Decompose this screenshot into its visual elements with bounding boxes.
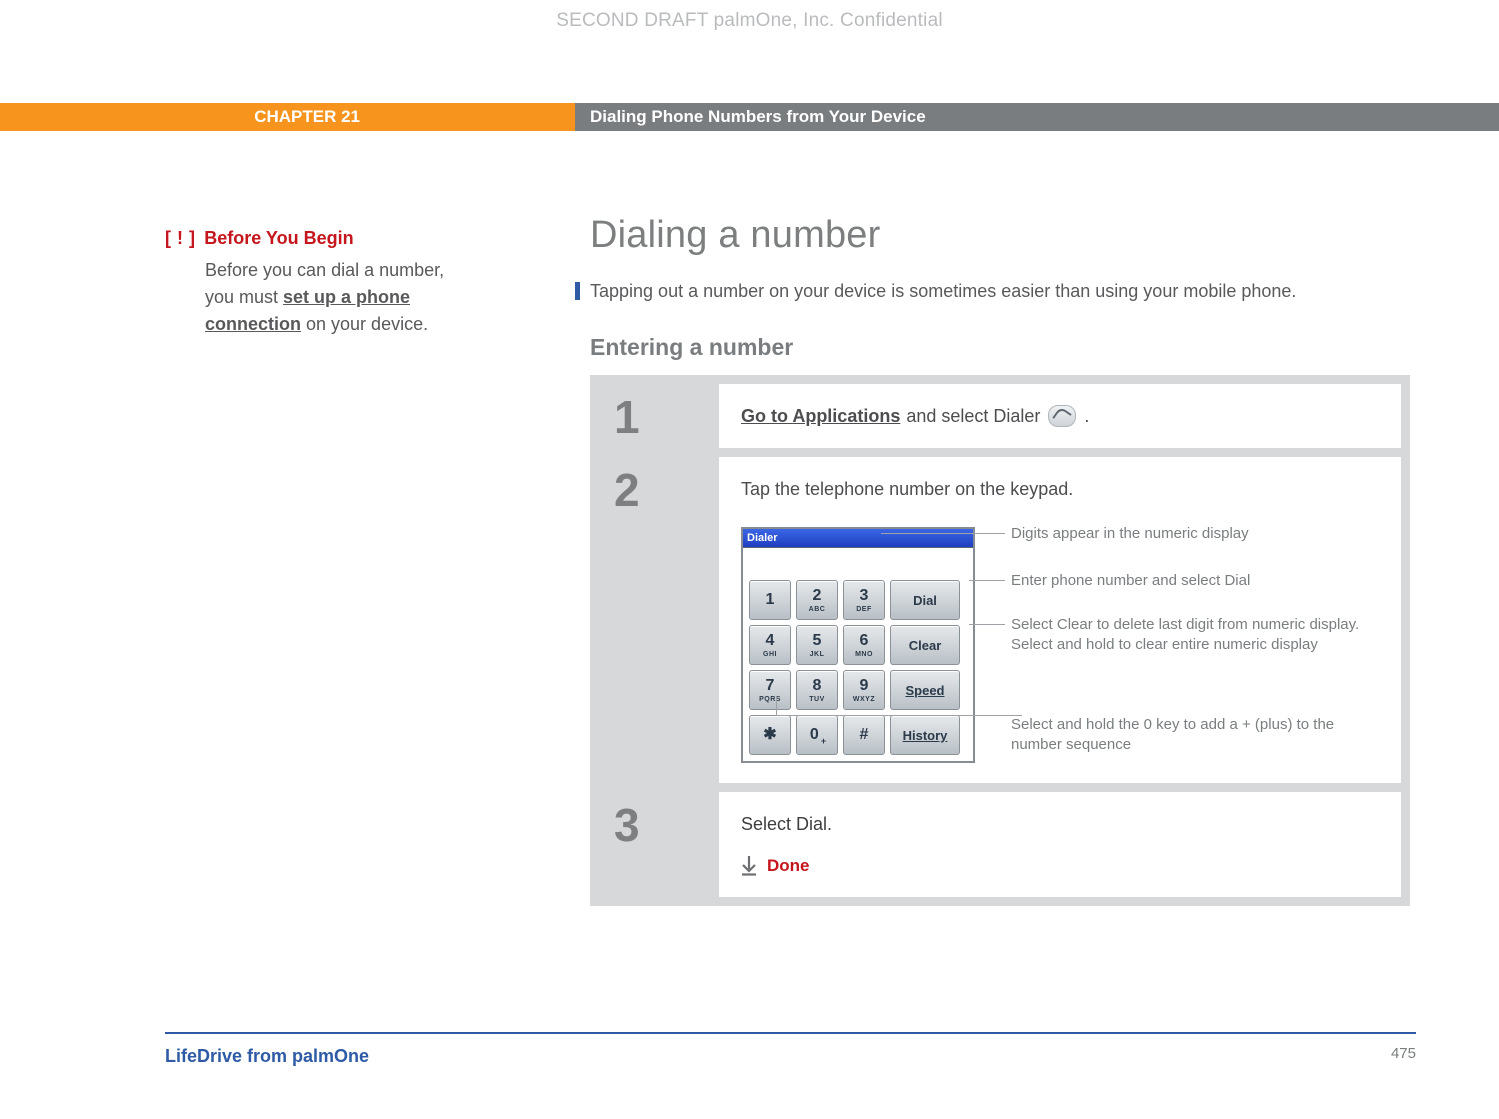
sidebar-heading: Before You Begin	[204, 228, 353, 248]
step-number: 3	[599, 792, 719, 897]
key-hash[interactable]: #	[843, 715, 885, 755]
sidebar-body-post: on your device.	[301, 314, 428, 334]
key-4[interactable]: 4 GHI	[749, 625, 791, 665]
callout-text: Select Clear to delete last digit from n…	[1011, 616, 1359, 653]
callout-text: Enter phone number and select Dial	[1011, 572, 1250, 589]
done-label: Done	[767, 855, 810, 878]
alert-marker: [ ! ]	[165, 228, 195, 248]
step-number: 1	[599, 384, 719, 448]
callout-text: Select and hold the 0 key to add a + (pl…	[1011, 716, 1334, 753]
key-4-sub: GHI	[763, 651, 777, 658]
done-arrow-icon	[741, 856, 757, 876]
done-row: Done	[741, 855, 1381, 878]
key-6-label: 6	[860, 633, 869, 649]
key-5-label: 5	[813, 633, 822, 649]
keypad-titlebar: Dialer	[743, 529, 973, 548]
step-number: 2	[599, 457, 719, 783]
step1-period: .	[1084, 404, 1089, 428]
dial-button[interactable]: Dial	[890, 580, 960, 620]
step-3: 3 Select Dial. Done	[599, 792, 1401, 897]
callout-text: Digits appear in the numeric display	[1011, 525, 1249, 542]
key-2[interactable]: 2 ABC	[796, 580, 838, 620]
key-7-label: 7	[766, 678, 775, 694]
callout-dial: Enter phone number and select Dial	[1011, 571, 1371, 591]
dialer-keypad-screenshot: Dialer 1 2 ABC 3 DEF Dial 4 GHI 5 JKL 6 MNO C…	[741, 527, 975, 763]
page-title: Dialing a number	[590, 210, 1410, 261]
history-button[interactable]: History	[890, 715, 960, 755]
callout-numeric-display: Digits appear in the numeric display	[1011, 524, 1371, 544]
key-1-label: 1	[766, 592, 775, 608]
key-9-label: 9	[860, 678, 869, 694]
product-name: LifeDrive from palmOne	[165, 1044, 369, 1068]
key-2-label: 2	[813, 588, 822, 604]
before-you-begin-note: [ ! ] Before You Begin Before you can di…	[165, 226, 455, 338]
page-footer: LifeDrive from palmOne 475	[165, 1032, 1416, 1068]
confidential-watermark: SECOND DRAFT palmOne, Inc. Confidential	[0, 8, 1499, 34]
change-bar-icon	[575, 282, 580, 300]
key-4-label: 4	[766, 633, 775, 649]
key-0[interactable]: 0+	[796, 715, 838, 755]
key-6[interactable]: 6 MNO	[843, 625, 885, 665]
key-0-label: 0	[810, 727, 819, 743]
callout-zero-plus: Select and hold the 0 key to add a + (pl…	[1011, 715, 1371, 756]
step-2: 2 Tap the telephone number on the keypad…	[599, 457, 1401, 783]
callouts: Digits appear in the numeric display Ent…	[1011, 527, 1381, 763]
lede-text: Tapping out a number on your device is s…	[590, 279, 1410, 303]
key-3[interactable]: 3 DEF	[843, 580, 885, 620]
section-heading: Entering a number	[590, 332, 1410, 363]
sidebar-body: Before you can dial a number, you must s…	[205, 257, 455, 338]
page-number: 475	[1391, 1044, 1416, 1068]
chapter-label: CHAPTER 21	[0, 103, 575, 131]
step3-text: Select Dial.	[741, 812, 1381, 836]
callout-clear: Select Clear to delete last digit from n…	[1011, 615, 1371, 656]
key-3-label: 3	[860, 588, 869, 604]
chapter-title: Dialing Phone Numbers from Your Device	[575, 103, 1499, 131]
key-1[interactable]: 1	[749, 580, 791, 620]
key-3-sub: DEF	[856, 606, 872, 613]
key-8-label: 8	[813, 678, 822, 694]
key-star[interactable]: ✱	[749, 715, 791, 755]
step1-text: and select Dialer	[906, 404, 1040, 428]
key-0-plus: +	[821, 737, 826, 746]
key-6-sub: MNO	[855, 651, 873, 658]
step2-text: Tap the telephone number on the keypad.	[741, 477, 1381, 501]
chapter-bar: CHAPTER 21 Dialing Phone Numbers from Yo…	[0, 103, 1499, 131]
key-5[interactable]: 5 JKL	[796, 625, 838, 665]
main-content: Dialing a number Tapping out a number on…	[590, 210, 1410, 906]
key-5-sub: JKL	[810, 651, 825, 658]
key-2-sub: ABC	[809, 606, 826, 613]
dialer-app-icon	[1048, 405, 1076, 427]
clear-button[interactable]: Clear	[890, 625, 960, 665]
numeric-display	[743, 548, 973, 574]
steps-container: 1 Go to Applications and select Dialer .…	[590, 375, 1410, 907]
step-1: 1 Go to Applications and select Dialer .	[599, 384, 1401, 448]
go-to-applications-link[interactable]: Go to Applications	[741, 404, 900, 428]
